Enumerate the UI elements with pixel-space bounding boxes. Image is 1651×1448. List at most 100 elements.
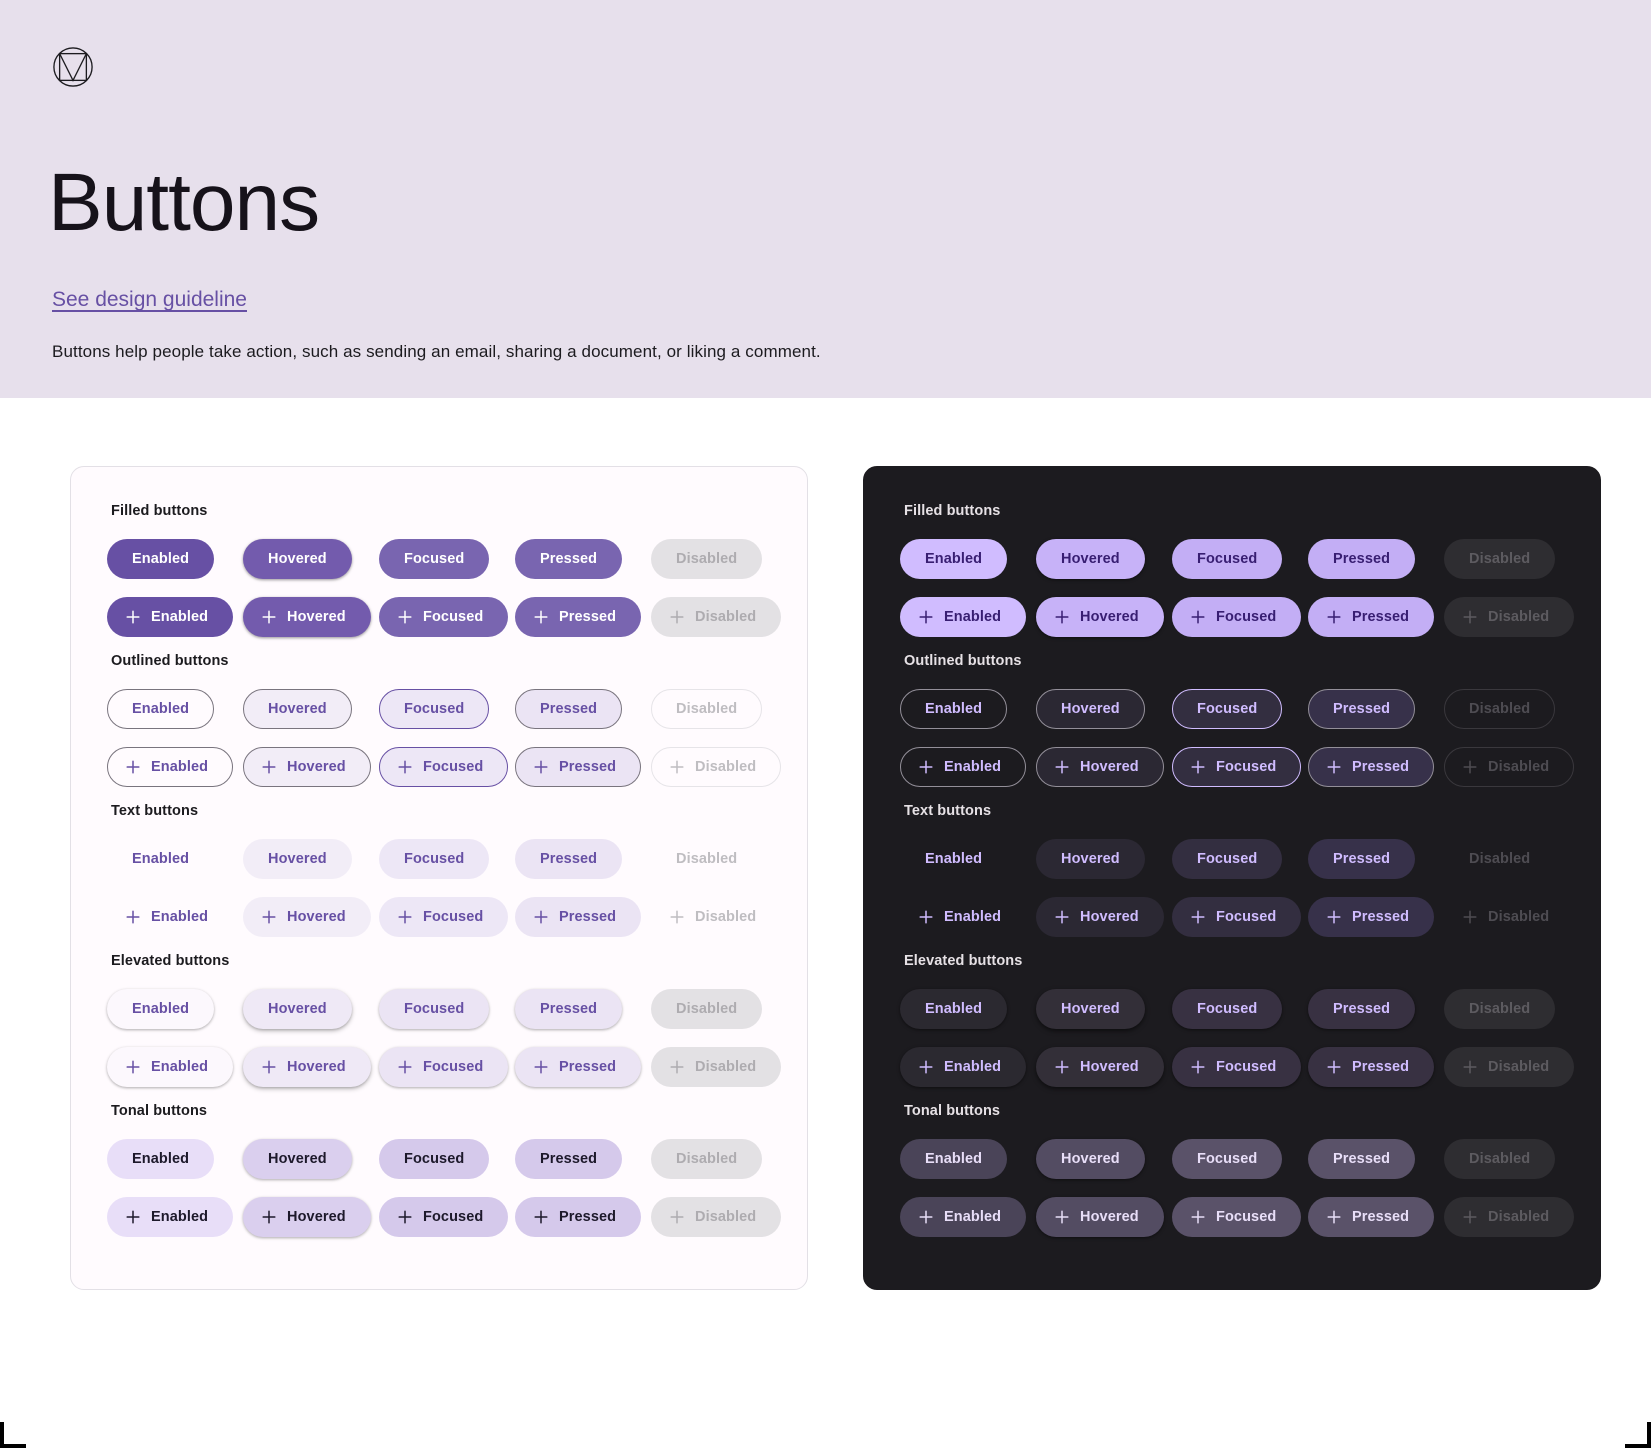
button-slot: Disabled (651, 1047, 787, 1087)
light-text-focused-button[interactable]: Focused (379, 839, 490, 879)
light-outlined-hovered-button[interactable]: Hovered (243, 689, 352, 729)
light-tonal-focused-button[interactable]: Focused (379, 1139, 490, 1179)
dark-text-pressed-with-icon-button[interactable]: Pressed (1308, 897, 1435, 937)
light-filled-pressed-with-icon-button[interactable]: Pressed (515, 597, 642, 637)
light-text-hovered-with-icon-button[interactable]: Hovered (243, 897, 371, 937)
dark-filled-focused-with-icon-button[interactable]: Focused (1172, 597, 1302, 637)
plus-icon (260, 1058, 278, 1076)
dark-filled-enabled-with-icon-button[interactable]: Enabled (900, 597, 1027, 637)
button-slot: Enabled (107, 689, 243, 729)
light-outlined-enabled-button[interactable]: Enabled (107, 689, 215, 729)
dark-elevated-disabled-with-icon-button: Disabled (1444, 1047, 1575, 1087)
light-filled-pressed-button[interactable]: Pressed (515, 539, 623, 579)
light-elevated-focused-with-icon-button[interactable]: Focused (379, 1047, 509, 1087)
dark-elevated-hovered-button[interactable]: Hovered (1036, 989, 1145, 1029)
dark-text-pressed-button[interactable]: Pressed (1308, 839, 1416, 879)
light-theme-panel: Filled buttons Enabled Hovered Focused Press… (70, 466, 808, 1290)
dark-outlined-hovered-with-icon-button[interactable]: Hovered (1036, 747, 1164, 787)
plus-icon (1189, 1058, 1207, 1076)
dark-outlined-focused-button[interactable]: Focused (1172, 689, 1283, 729)
plus-icon (1325, 1058, 1343, 1076)
light-tonal-pressed-button[interactable]: Pressed (515, 1139, 623, 1179)
dark-outlined-hovered-button[interactable]: Hovered (1036, 689, 1145, 729)
dark-tonal-focused-with-icon-button[interactable]: Focused (1172, 1197, 1302, 1237)
button-label: Pressed (1333, 1150, 1391, 1167)
light-text-pressed-with-icon-button[interactable]: Pressed (515, 897, 642, 937)
button-label: Focused (423, 608, 484, 625)
light-text-pressed-button[interactable]: Pressed (515, 839, 623, 879)
dark-filled-pressed-button[interactable]: Pressed (1308, 539, 1416, 579)
dark-text-focused-with-icon-button[interactable]: Focused (1172, 897, 1302, 937)
light-elevated-pressed-button[interactable]: Pressed (515, 989, 623, 1029)
dark-filled-hovered-with-icon-button[interactable]: Hovered (1036, 597, 1164, 637)
dark-elevated-hovered-with-icon-button[interactable]: Hovered (1036, 1047, 1164, 1087)
dark-elevated-enabled-button[interactable]: Enabled (900, 989, 1008, 1029)
dark-text-enabled-with-icon-button[interactable]: Enabled (900, 897, 1026, 937)
button-label: Disabled (676, 1150, 738, 1167)
light-tonal-hovered-button[interactable]: Hovered (243, 1139, 352, 1179)
dark-elevated-pressed-with-icon-button[interactable]: Pressed (1308, 1047, 1435, 1087)
dark-elevated-focused-with-icon-button[interactable]: Focused (1172, 1047, 1302, 1087)
button-slot: Pressed (515, 1047, 651, 1087)
button-slot: Hovered (243, 989, 379, 1029)
light-outlined-enabled-with-icon-button[interactable]: Enabled (107, 747, 234, 787)
light-filled-enabled-button[interactable]: Enabled (107, 539, 215, 579)
light-filled-hovered-with-icon-button[interactable]: Hovered (243, 597, 371, 637)
dark-elevated-focused-button[interactable]: Focused (1172, 989, 1283, 1029)
dark-outlined-enabled-with-icon-button[interactable]: Enabled (900, 747, 1027, 787)
dark-text-hovered-with-icon-button[interactable]: Hovered (1036, 897, 1164, 937)
dark-tonal-icon-row: Enabled Hovered Focused Pressed Disabled (900, 1195, 1575, 1239)
light-filled-hovered-button[interactable]: Hovered (243, 539, 352, 579)
light-elevated-hovered-with-icon-button[interactable]: Hovered (243, 1047, 371, 1087)
dark-tonal-focused-button[interactable]: Focused (1172, 1139, 1283, 1179)
button-label: Enabled (132, 550, 190, 567)
light-outlined-focused-button[interactable]: Focused (379, 689, 490, 729)
light-filled-focused-button[interactable]: Focused (379, 539, 490, 579)
light-elevated-enabled-with-icon-button[interactable]: Enabled (107, 1047, 234, 1087)
light-tonal-focused-with-icon-button[interactable]: Focused (379, 1197, 509, 1237)
see-design-guideline-link[interactable]: See design guideline (52, 288, 247, 312)
button-label: Focused (423, 1208, 484, 1225)
light-text-hovered-button[interactable]: Hovered (243, 839, 352, 879)
dark-tonal-enabled-with-icon-button[interactable]: Enabled (900, 1197, 1027, 1237)
dark-outlined-focused-with-icon-button[interactable]: Focused (1172, 747, 1302, 787)
dark-tonal-enabled-button[interactable]: Enabled (900, 1139, 1008, 1179)
light-tonal-hovered-with-icon-button[interactable]: Hovered (243, 1197, 371, 1237)
light-outlined-pressed-button[interactable]: Pressed (515, 689, 623, 729)
dark-elevated-enabled-with-icon-button[interactable]: Enabled (900, 1047, 1027, 1087)
light-filled-enabled-with-icon-button[interactable]: Enabled (107, 597, 234, 637)
light-elevated-pressed-with-icon-button[interactable]: Pressed (515, 1047, 642, 1087)
light-tonal-pressed-with-icon-button[interactable]: Pressed (515, 1197, 642, 1237)
button-label: Enabled (132, 850, 190, 867)
dark-tonal-pressed-button[interactable]: Pressed (1308, 1139, 1416, 1179)
dark-text-enabled-button[interactable]: Enabled (900, 839, 1007, 879)
dark-filled-hovered-button[interactable]: Hovered (1036, 539, 1145, 579)
light-outlined-hovered-with-icon-button[interactable]: Hovered (243, 747, 371, 787)
light-elevated-enabled-button[interactable]: Enabled (107, 989, 215, 1029)
dark-outlined-pressed-with-icon-button[interactable]: Pressed (1308, 747, 1435, 787)
light-outlined-focused-with-icon-button[interactable]: Focused (379, 747, 509, 787)
dark-outlined-enabled-button[interactable]: Enabled (900, 689, 1008, 729)
button-slot: Enabled (900, 1197, 1036, 1237)
dark-filled-pressed-with-icon-button[interactable]: Pressed (1308, 597, 1435, 637)
light-tonal-enabled-button[interactable]: Enabled (107, 1139, 215, 1179)
light-filled-focused-with-icon-button[interactable]: Focused (379, 597, 509, 637)
light-elevated-focused-button[interactable]: Focused (379, 989, 490, 1029)
light-outlined-pressed-with-icon-button[interactable]: Pressed (515, 747, 642, 787)
light-tonal-enabled-with-icon-button[interactable]: Enabled (107, 1197, 234, 1237)
dark-elevated-pressed-button[interactable]: Pressed (1308, 989, 1416, 1029)
dark-filled-focused-button[interactable]: Focused (1172, 539, 1283, 579)
dark-text-focused-button[interactable]: Focused (1172, 839, 1283, 879)
plus-icon (124, 1058, 142, 1076)
light-text-enabled-with-icon-button[interactable]: Enabled (107, 897, 233, 937)
dark-tonal-pressed-with-icon-button[interactable]: Pressed (1308, 1197, 1435, 1237)
button-slot: Focused (379, 747, 515, 787)
light-text-focused-with-icon-button[interactable]: Focused (379, 897, 509, 937)
dark-filled-enabled-button[interactable]: Enabled (900, 539, 1008, 579)
light-text-enabled-button[interactable]: Enabled (107, 839, 214, 879)
dark-tonal-hovered-button[interactable]: Hovered (1036, 1139, 1145, 1179)
dark-text-hovered-button[interactable]: Hovered (1036, 839, 1145, 879)
dark-outlined-pressed-button[interactable]: Pressed (1308, 689, 1416, 729)
light-elevated-hovered-button[interactable]: Hovered (243, 989, 352, 1029)
dark-tonal-hovered-with-icon-button[interactable]: Hovered (1036, 1197, 1164, 1237)
